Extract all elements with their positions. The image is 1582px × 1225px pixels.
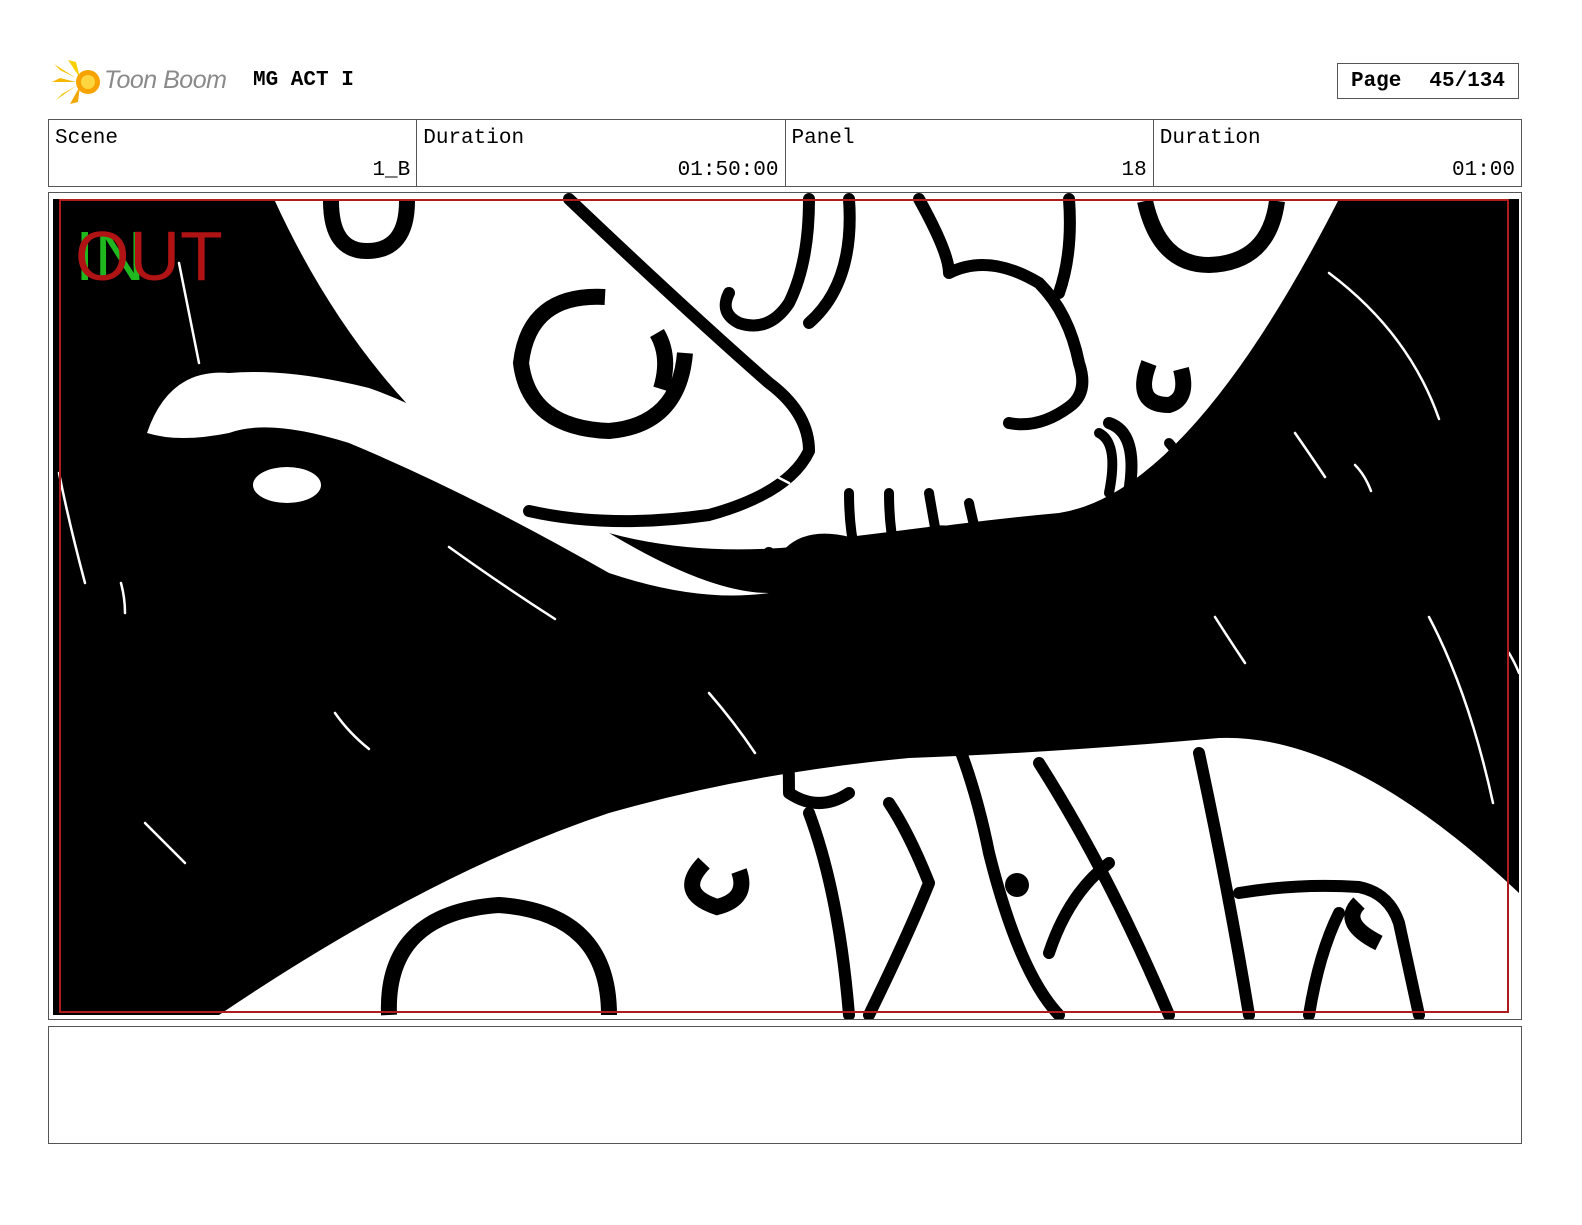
storyboard-panel[interactable]: IN OUT xyxy=(48,192,1522,1020)
page-label: Page xyxy=(1350,69,1402,93)
panel-cell: Panel 18 xyxy=(786,120,1154,186)
scene-duration-cell: Duration 01:50:00 xyxy=(417,120,786,186)
panel-duration-label: Duration xyxy=(1159,127,1261,150)
scene-info-table: Scene 1_B Duration 01:50:00 Panel 18 Dur… xyxy=(48,119,1522,187)
scene-value: 1_B xyxy=(372,159,411,182)
scene-label: Scene xyxy=(55,127,119,150)
page-indicator: Page 45/134 xyxy=(1337,63,1519,99)
panel-value: 18 xyxy=(1121,159,1147,182)
logo-text: Toon Boom xyxy=(104,66,227,94)
toon-boom-logo-icon xyxy=(52,60,100,104)
scene-cell: Scene 1_B xyxy=(49,120,418,186)
project-title: MG ACT I xyxy=(253,69,354,92)
scene-duration-label: Duration xyxy=(423,127,525,150)
page-number: 45/134 xyxy=(1429,69,1506,93)
storyboard-header: Toon Boom MG ACT I Page 45/134 xyxy=(48,56,1522,108)
scene-duration-value: 01:50:00 xyxy=(677,159,779,182)
out-marker-text: OUT xyxy=(75,217,223,295)
panel-duration-cell: Duration 01:00 xyxy=(1154,120,1521,186)
panel-duration-value: 01:00 xyxy=(1451,159,1515,182)
panel-notes-box[interactable] xyxy=(48,1026,1522,1144)
panel-drawing xyxy=(53,193,1521,1019)
panel-label: Panel xyxy=(791,127,855,150)
